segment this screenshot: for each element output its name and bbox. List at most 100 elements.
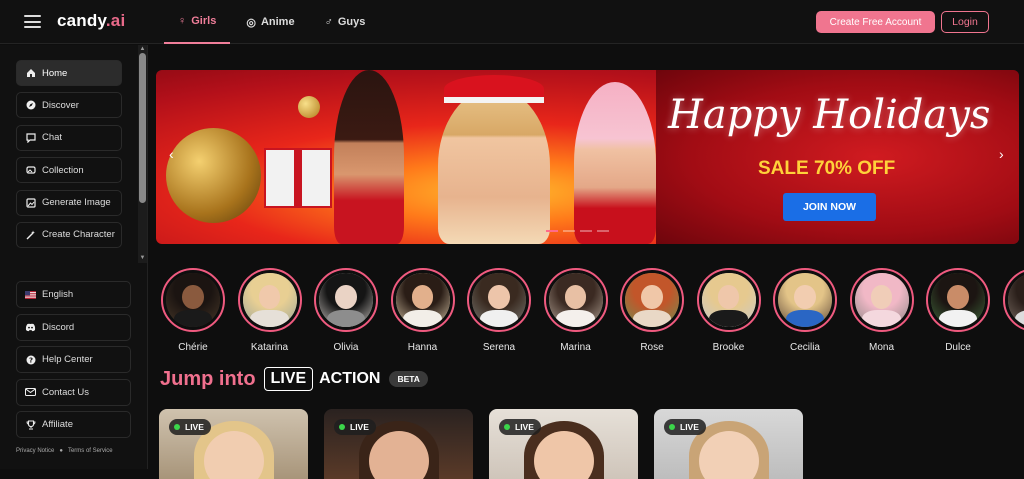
live-label: LIVE <box>264 367 314 391</box>
story-ring <box>161 268 225 332</box>
separator-dot: ● <box>59 448 63 454</box>
terms-of-service-link[interactable]: Terms of Service <box>68 448 113 454</box>
character-name: Hanna <box>408 342 437 353</box>
help-center-link[interactable]: ? Help Center <box>16 346 131 373</box>
sidebar-item-chat[interactable]: Chat <box>16 125 122 151</box>
character-story[interactable]: Olivia <box>313 268 379 353</box>
live-badge: LIVE <box>664 419 706 435</box>
sidebar-item-create-character[interactable]: Create Character <box>16 222 122 248</box>
avatar <box>1008 273 1024 327</box>
privacy-notice-link[interactable]: Privacy Notice <box>16 448 54 454</box>
story-ring <box>773 268 837 332</box>
avatar <box>319 273 373 327</box>
gift-box-image <box>264 148 332 208</box>
carousel-dot[interactable] <box>563 230 575 232</box>
story-ring <box>850 268 914 332</box>
language-label: English <box>42 289 73 300</box>
carousel-dot[interactable] <box>580 230 592 232</box>
sidebar-item-label: Discover <box>42 100 79 111</box>
affiliate-link[interactable]: Affiliate <box>16 411 131 438</box>
character-story[interactable]: Cecilia <box>772 268 838 353</box>
language-selector[interactable]: English <box>16 281 131 308</box>
tab-label: Girls <box>191 15 216 27</box>
banner-headline: Happy Holidays <box>668 92 990 138</box>
logo[interactable]: candy.ai <box>57 11 125 31</box>
scrollbar-thumb[interactable] <box>139 53 146 203</box>
character-story[interactable]: Chérie <box>160 268 226 353</box>
login-button[interactable]: Login <box>941 11 989 33</box>
anime-icon: ◎ <box>246 16 256 29</box>
category-tabs: ♀ Girls ◎Anime ♂Guys <box>164 0 381 44</box>
contact-us-link[interactable]: Contact Us <box>16 379 131 406</box>
story-ring <box>926 268 990 332</box>
carousel-next-icon[interactable]: › <box>999 146 1004 162</box>
sidebar-item-home[interactable]: Home <box>16 60 122 86</box>
character-story[interactable]: Kr <box>1002 268 1024 353</box>
action-label: ACTION <box>319 370 380 388</box>
sidebar-item-discover[interactable]: Discover <box>16 92 122 118</box>
magic-wand-icon <box>25 229 36 240</box>
gold-ornament-image <box>298 96 320 118</box>
character-name: Dulce <box>945 342 971 353</box>
avatar <box>243 273 297 327</box>
logo-suffix: .ai <box>106 11 126 30</box>
avatar <box>472 273 526 327</box>
avatar <box>396 273 450 327</box>
gold-ornament-image <box>166 128 261 223</box>
live-section-heading: Jump into LIVE ACTION BETA <box>160 367 428 391</box>
live-badge: LIVE <box>499 419 541 435</box>
home-icon <box>25 68 36 79</box>
sidebar-scrollbar[interactable]: ▲ ▼ <box>138 45 147 263</box>
section-title: Jump into <box>160 368 256 391</box>
carousel-prev-icon[interactable]: ‹ <box>169 146 174 162</box>
sidebar-item-label: Collection <box>42 165 84 176</box>
story-ring <box>697 268 761 332</box>
character-story[interactable]: Rose <box>619 268 685 353</box>
beta-badge: BETA <box>389 371 428 387</box>
collection-icon <box>25 165 36 176</box>
tab-girls[interactable]: ♀ Girls <box>164 0 230 44</box>
trophy-icon <box>25 419 36 430</box>
live-indicator-icon <box>669 424 675 430</box>
discord-icon <box>25 322 36 333</box>
live-badge: LIVE <box>169 419 211 435</box>
character-story[interactable]: Brooke <box>696 268 762 353</box>
character-story[interactable]: Dulce <box>925 268 991 353</box>
sidebar-item-generate-image[interactable]: Generate Image <box>16 190 122 216</box>
us-flag-icon <box>25 289 36 300</box>
story-ring <box>467 268 531 332</box>
character-story[interactable]: Hanna <box>390 268 456 353</box>
character-story[interactable]: Katarina <box>237 268 303 353</box>
female-icon: ♀ <box>178 15 186 27</box>
carousel-dot[interactable] <box>546 230 558 232</box>
story-ring <box>314 268 378 332</box>
discord-label: Discord <box>42 322 74 333</box>
svg-text:?: ? <box>28 356 32 364</box>
tab-guys[interactable]: ♂Guys <box>311 0 380 44</box>
character-story[interactable]: Serena <box>466 268 532 353</box>
menu-icon[interactable] <box>24 15 41 28</box>
join-now-button[interactable]: JOIN NOW <box>783 193 876 221</box>
tab-anime[interactable]: ◎Anime <box>232 0 308 44</box>
promo-banner[interactable]: Happy Holidays SALE 70% OFF JOIN NOW ‹ › <box>156 70 1019 244</box>
character-name: Katarina <box>251 342 288 353</box>
avatar <box>166 273 220 327</box>
scroll-up-icon[interactable]: ▲ <box>139 46 146 53</box>
contact-us-label: Contact Us <box>42 387 89 398</box>
character-story[interactable]: Marina <box>543 268 609 353</box>
live-badge-label: LIVE <box>185 422 204 432</box>
legal-links: Privacy Notice ● Terms of Service <box>16 448 113 454</box>
sidebar-item-collection[interactable]: Collection <box>16 157 122 183</box>
sidebar-item-label: Generate Image <box>42 197 111 208</box>
create-account-button[interactable]: Create Free Account <box>816 11 935 33</box>
sidebar-nav: Home Discover Chat Collection Generate I… <box>16 60 122 254</box>
scroll-down-icon[interactable]: ▼ <box>139 255 146 262</box>
character-name: Olivia <box>333 342 358 353</box>
carousel-dot[interactable] <box>597 230 609 232</box>
character-story[interactable]: Mona <box>849 268 915 353</box>
discord-link[interactable]: Discord <box>16 314 131 341</box>
story-ring <box>544 268 608 332</box>
avatar <box>778 273 832 327</box>
character-name: Brooke <box>713 342 745 353</box>
story-ring <box>620 268 684 332</box>
